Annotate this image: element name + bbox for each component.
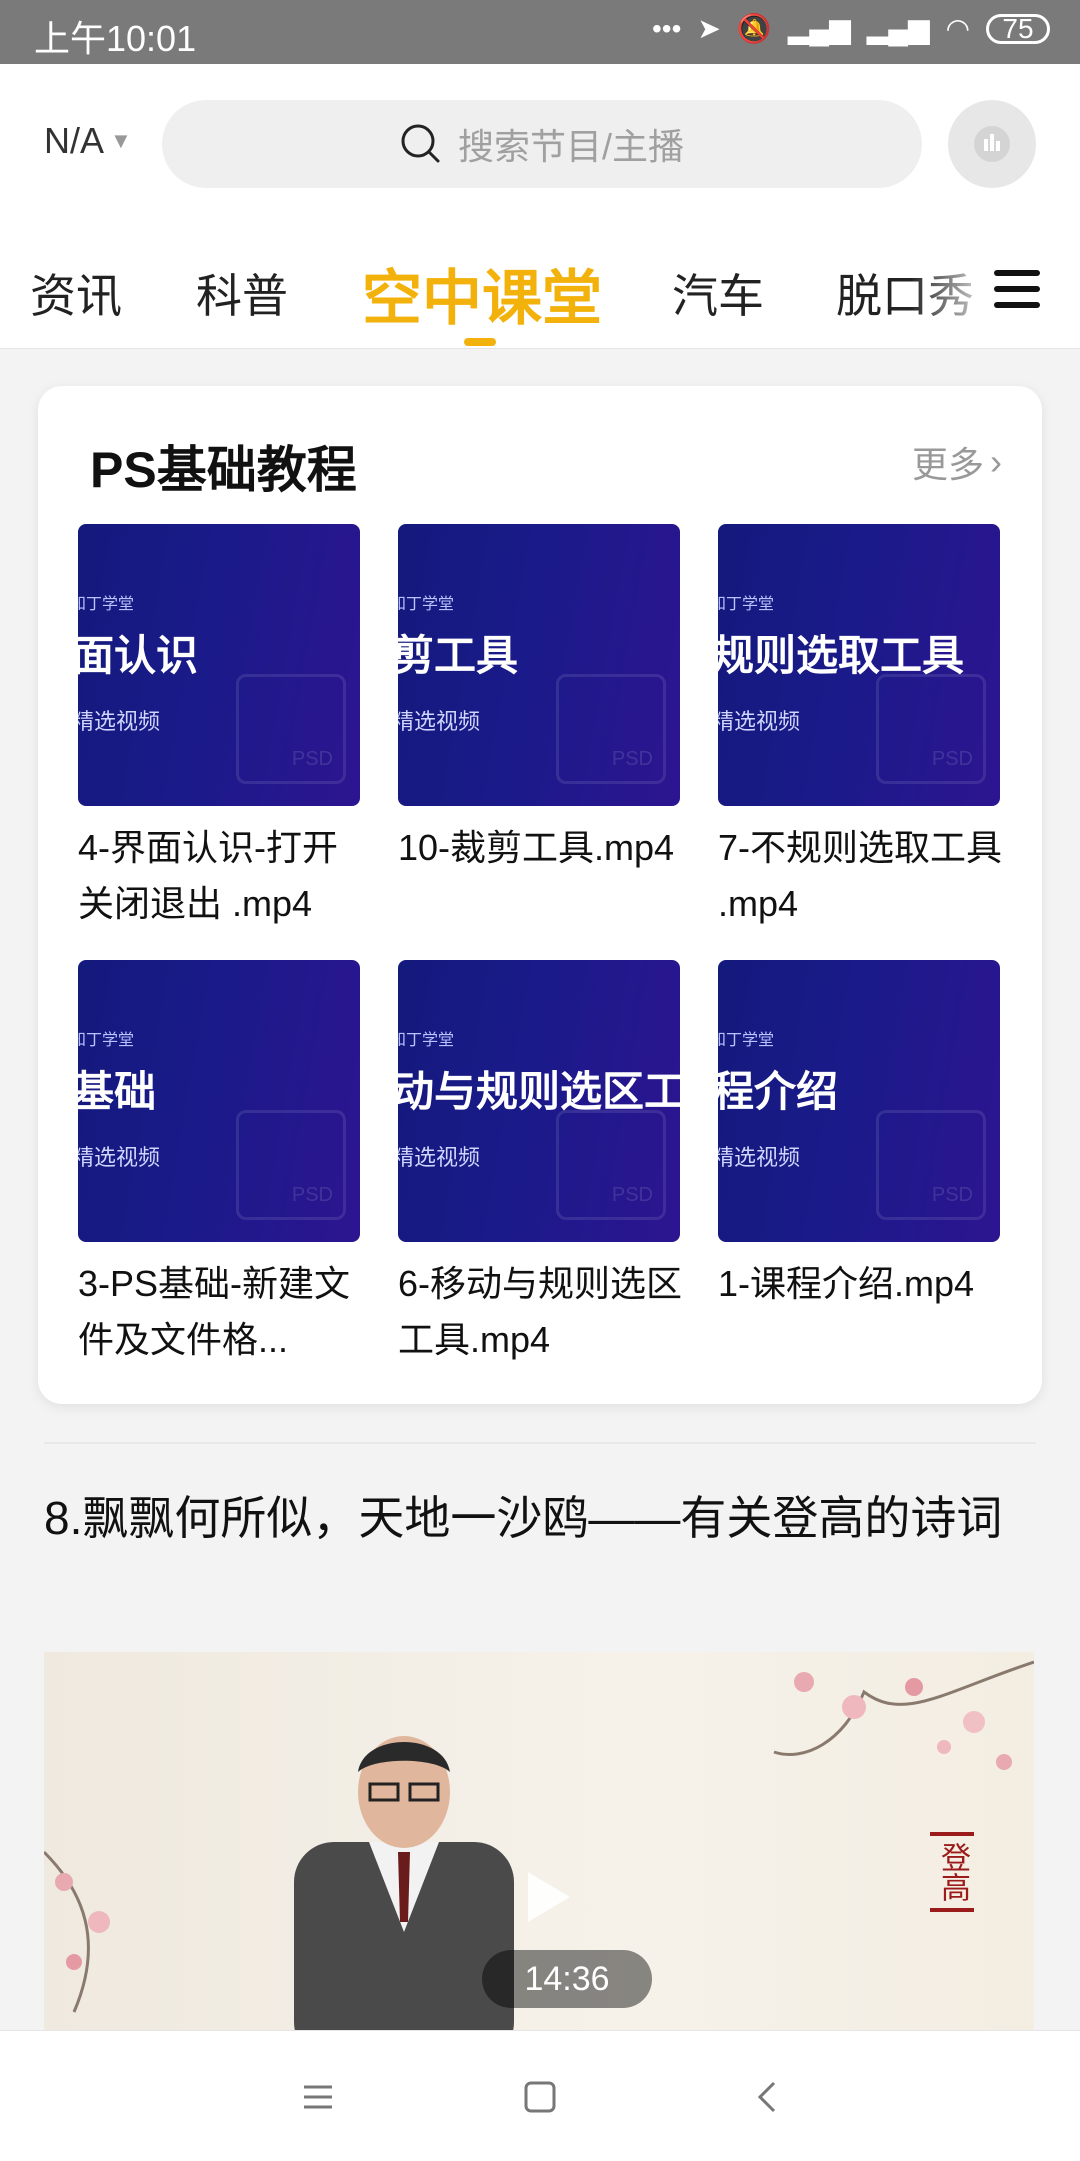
video-thumbnail[interactable]: 知丁学堂 剪工具 精选视频 PSD — [398, 524, 680, 806]
seal-stamp: 登高 — [930, 1832, 974, 1912]
tab-science[interactable]: 科普 — [196, 260, 288, 326]
video-caption[interactable]: 10-裁剪工具.mp4 — [398, 820, 688, 876]
app-header: N/A ▼ 搜索节目/主播 — [0, 64, 1080, 214]
psd-icon: PSD — [236, 674, 346, 784]
status-icons: ••• ➤ 🔕 ▂▄▆ ▂▄▆ ◠ 75 — [652, 12, 1050, 45]
psd-icon: PSD — [236, 1110, 346, 1220]
chevron-right-icon: › — [990, 441, 1002, 482]
system-nav-bar — [0, 2030, 1080, 2161]
video-thumbnail[interactable]: 知丁学堂 基础 精选视频 PSD — [78, 960, 360, 1242]
psd-icon: PSD — [556, 1110, 666, 1220]
tab-news[interactable]: 资讯 — [30, 260, 122, 326]
tab-fade — [910, 214, 1000, 344]
thumb-subtext: 精选视频 — [398, 709, 481, 734]
caret-down-icon: ▼ — [110, 128, 132, 153]
thumb-subtext: 精选视频 — [718, 1145, 801, 1170]
active-tab-indicator — [464, 338, 496, 346]
tab-cars[interactable]: 汽车 — [672, 260, 764, 326]
thumb-subtext: 精选视频 — [78, 709, 161, 734]
video-player[interactable]: 14:36 登高 — [44, 1652, 1034, 2030]
article-title[interactable]: 8.飘飘何所似，天地一沙鸥——有关登高的诗词 — [44, 1480, 1044, 1556]
thumb-subtext: 精选视频 — [398, 1145, 481, 1170]
thumb-brand: 知丁学堂 — [78, 1032, 135, 1049]
thumb-subtext: 精选视频 — [718, 709, 801, 734]
search-bar[interactable]: 搜索节目/主播 — [162, 100, 922, 188]
video-caption[interactable]: 3-PS基础-新建文件及文件格... — [78, 1256, 368, 1368]
thumb-title: 剪工具 — [398, 632, 519, 679]
section-title: PS基础教程 — [90, 442, 357, 498]
history-icon — [974, 126, 1010, 162]
thumb-brand: 知丁学堂 — [398, 596, 455, 613]
more-dots-icon: ••• — [651, 12, 682, 44]
hd-signal-icon: ▂▄▆ — [787, 13, 851, 44]
video-duration: 14:36 — [482, 1950, 652, 2008]
menu-icon[interactable] — [298, 2077, 338, 2117]
thumb-brand: 知丁学堂 — [78, 596, 135, 613]
battery-icon: 75 — [986, 12, 1050, 44]
mute-icon: 🔕 — [736, 13, 772, 44]
search-placeholder: 搜索节目/主播 — [457, 126, 684, 167]
course-card: PS基础教程 更多 › 知丁学堂 面认识 精选视频 PSD 4-界面认识-打开关… — [38, 386, 1042, 1404]
video-caption[interactable]: 4-界面认识-打开关闭退出 .mp4 — [78, 820, 368, 932]
thumb-brand: 知丁学堂 — [398, 1032, 455, 1049]
play-icon[interactable] — [510, 1862, 580, 1932]
psd-icon: PSD — [876, 674, 986, 784]
divider — [44, 1442, 1036, 1444]
battery-level: 75 — [1002, 12, 1034, 44]
thumb-title: 基础 — [78, 1068, 157, 1115]
psd-icon: PSD — [876, 1110, 986, 1220]
more-link[interactable]: 更多 › — [912, 436, 1002, 488]
psd-icon: PSD — [556, 674, 666, 784]
status-time: 上午10:01 — [34, 18, 197, 59]
video-thumbnail[interactable]: 知丁学堂 面认识 精选视频 PSD — [78, 524, 360, 806]
status-bar: 上午10:01 ••• ➤ 🔕 ▂▄▆ ▂▄▆ ◠ 75 — [0, 0, 1080, 64]
thumb-brand: 知丁学堂 — [718, 1032, 775, 1049]
video-caption[interactable]: 1-课程介绍.mp4 — [718, 1256, 1008, 1312]
thumb-brand: 知丁学堂 — [718, 596, 775, 613]
history-button[interactable] — [948, 100, 1036, 188]
tab-air-classroom[interactable]: 空中课堂 — [362, 250, 602, 337]
thumb-subtext: 精选视频 — [78, 1145, 161, 1170]
menu-icon[interactable] — [994, 270, 1040, 310]
thumb-title: 程介绍 — [718, 1068, 839, 1115]
signal-icon: ▂▄▆ — [866, 13, 930, 44]
video-thumbnail[interactable]: 知丁学堂 动与规则选区工具 精选视频 PSD — [398, 960, 680, 1242]
location-label: N/A — [44, 120, 105, 161]
wifi-icon: ◠ — [945, 13, 970, 44]
category-tabs: 资讯 科普 空中课堂 汽车 脱口秀 — [0, 214, 1080, 349]
search-icon — [401, 124, 440, 163]
thumb-title: 面认识 — [78, 632, 199, 679]
back-icon[interactable] — [748, 2077, 788, 2117]
video-thumbnail[interactable]: 知丁学堂 程介绍 精选视频 PSD — [718, 960, 1000, 1242]
location-selector[interactable]: N/A ▼ — [44, 120, 132, 162]
home-icon[interactable] — [520, 2077, 560, 2117]
location-icon: ➤ — [697, 13, 721, 44]
more-label: 更多 — [911, 444, 984, 485]
video-caption[interactable]: 7-不规则选取工具 .mp4 — [718, 820, 1008, 932]
video-thumbnail[interactable]: 知丁学堂 规则选取工具 精选视频 PSD — [718, 524, 1000, 806]
video-caption[interactable]: 6-移动与规则选区工具.mp4 — [398, 1256, 688, 1368]
